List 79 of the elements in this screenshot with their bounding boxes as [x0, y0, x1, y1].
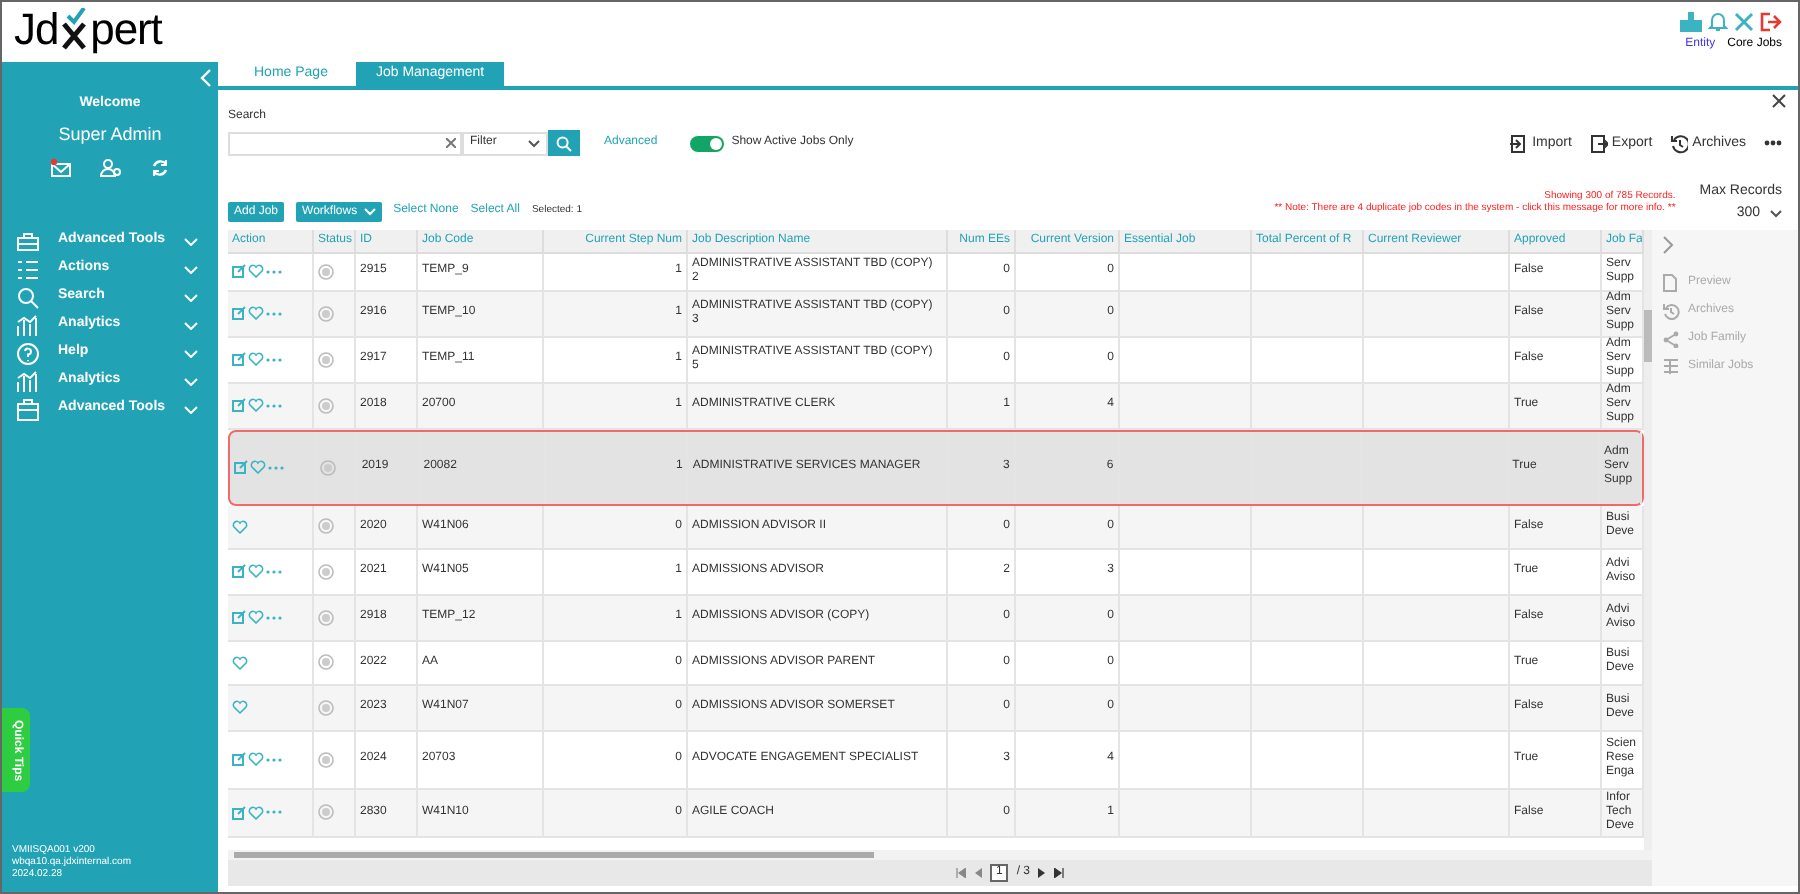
- collapse-icon[interactable]: [200, 68, 212, 88]
- chevron-down-icon: [528, 139, 540, 147]
- network-icon: [1662, 329, 1680, 347]
- toggle-switch[interactable]: [689, 135, 724, 151]
- chart-icon: [16, 369, 40, 393]
- user-settings-icon[interactable]: [100, 158, 122, 178]
- export-icon: [1589, 133, 1608, 154]
- chevron-down-icon: [184, 265, 198, 273]
- mail-icon[interactable]: [50, 158, 72, 178]
- status-radio-icon: [318, 305, 334, 321]
- edit-icon[interactable]: [234, 460, 248, 474]
- last-page-icon[interactable]: [1054, 868, 1064, 878]
- building-icon[interactable]: [1680, 11, 1702, 31]
- search-field[interactable]: [228, 131, 462, 155]
- edit-icon[interactable]: [232, 352, 246, 366]
- heart-icon[interactable]: [248, 398, 264, 412]
- chevron-down-icon: [1770, 210, 1782, 218]
- heart-icon[interactable]: [248, 610, 264, 624]
- help-icon: [16, 341, 40, 365]
- status-radio-icon: [318, 751, 334, 767]
- expand-icon[interactable]: [1662, 235, 1674, 253]
- previous-page-icon[interactable]: [973, 868, 982, 878]
- edit-icon[interactable]: [232, 264, 246, 278]
- document-icon: [1662, 273, 1680, 291]
- status-radio-icon: [318, 654, 334, 670]
- edit-icon[interactable]: [232, 306, 246, 320]
- chevron-down-icon: [184, 293, 198, 301]
- next-page-icon[interactable]: [1038, 868, 1046, 878]
- heart-icon[interactable]: [248, 752, 264, 766]
- status-radio-icon: [319, 459, 336, 475]
- first-page-icon[interactable]: [955, 868, 966, 878]
- more-icon[interactable]: [1764, 140, 1782, 147]
- list-icon: [1662, 357, 1680, 375]
- user-name: Super Admin: [56, 121, 164, 148]
- heart-icon[interactable]: [232, 655, 248, 669]
- logout-icon[interactable]: [1760, 11, 1782, 31]
- chevron-down-icon: [184, 377, 198, 385]
- heart-icon[interactable]: [250, 460, 266, 474]
- chart-icon: [16, 313, 40, 337]
- search-button[interactable]: [548, 130, 580, 156]
- checklist-icon: [16, 257, 40, 281]
- chevron-down-icon: [184, 405, 198, 413]
- status-radio-icon: [318, 699, 334, 715]
- edit-icon[interactable]: [232, 805, 246, 819]
- status-radio-icon: [318, 609, 334, 625]
- chevron-down-icon: [184, 237, 198, 245]
- clear-icon[interactable]: [446, 138, 456, 148]
- import-icon: [1510, 133, 1529, 154]
- horizontal-scrollbar[interactable]: [228, 850, 1652, 860]
- search-icon: [16, 285, 40, 309]
- edit-icon[interactable]: [232, 610, 246, 624]
- bell-icon[interactable]: [1708, 10, 1728, 32]
- heart-icon[interactable]: [248, 306, 264, 320]
- heart-icon[interactable]: [248, 264, 264, 278]
- chevron-down-icon: [363, 207, 376, 215]
- history-icon: [1670, 133, 1689, 154]
- heart-icon[interactable]: [232, 700, 248, 714]
- heart-icon[interactable]: [232, 519, 248, 533]
- edit-icon[interactable]: [232, 564, 246, 578]
- status-radio-icon: [318, 518, 334, 534]
- status-radio-icon: [318, 804, 334, 820]
- search-icon: [556, 135, 572, 151]
- status-radio-icon: [318, 351, 334, 367]
- status-radio-icon: [318, 397, 334, 413]
- status-radio-icon: [318, 263, 334, 279]
- briefcase-icon: [16, 397, 40, 421]
- heart-icon[interactable]: [248, 352, 264, 366]
- sync-icon[interactable]: [150, 158, 170, 178]
- edit-icon[interactable]: [232, 752, 246, 766]
- chevron-down-icon: [184, 349, 198, 357]
- edit-icon[interactable]: [232, 398, 246, 412]
- chevron-down-icon: [184, 321, 198, 329]
- jdxpert-logo: Jd pert: [14, 2, 162, 58]
- heart-icon[interactable]: [248, 805, 264, 819]
- history-icon: [1662, 301, 1680, 319]
- heart-icon[interactable]: [248, 564, 264, 578]
- status-radio-icon: [318, 563, 334, 579]
- toolbox-icon: [16, 229, 40, 253]
- close-icon[interactable]: [1772, 94, 1786, 108]
